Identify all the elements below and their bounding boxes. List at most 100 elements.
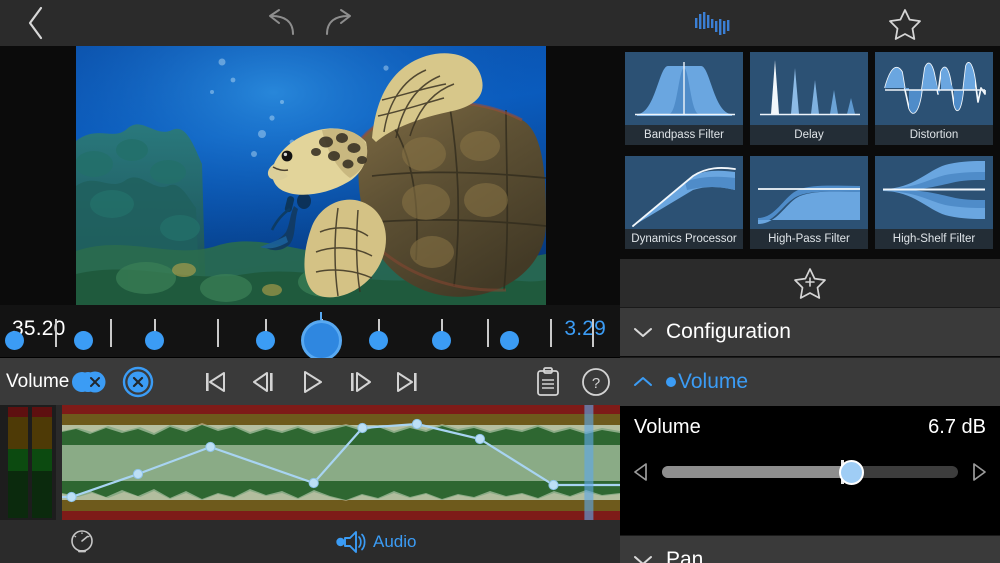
section-pan-label: Pan (666, 548, 703, 563)
chevron-down-icon (620, 553, 666, 563)
audio-level-meter-right (32, 407, 52, 518)
keyframe-marker[interactable] (432, 331, 451, 350)
clipboard-button[interactable] (528, 358, 568, 405)
video-frame-image (76, 46, 546, 305)
automation-point[interactable] (206, 442, 215, 451)
effect-tile-label: High-Pass Filter (750, 229, 868, 249)
automation-point[interactable] (412, 419, 421, 428)
active-indicator-dot (666, 377, 676, 387)
arrow-left-triangle-icon (633, 462, 649, 482)
video-preview-area (0, 46, 620, 305)
play-button[interactable] (291, 358, 333, 405)
back-button[interactable] (8, 0, 64, 46)
clipboard-icon (535, 367, 561, 397)
volume-parameter-name: Volume (634, 416, 701, 439)
volume-increase-button[interactable] (958, 452, 1000, 492)
effect-thumbnail-distortion-icon (875, 52, 993, 125)
svg-text:?: ? (592, 375, 600, 392)
timeline-scrubber[interactable]: 35.20 3.29 (0, 305, 620, 358)
scrubber-tick (110, 319, 112, 347)
keyframe-marker[interactable] (500, 331, 519, 350)
section-configuration-label: Configuration (666, 320, 791, 344)
track-playhead[interactable] (584, 405, 593, 520)
audio-waveform-button[interactable] (684, 0, 744, 46)
transport-bar: Volume (0, 358, 620, 405)
video-preview[interactable] (76, 46, 546, 305)
skip-to-start-icon (201, 368, 229, 396)
audio-tab[interactable]: Audio (336, 520, 416, 563)
audio-waveform-clip[interactable] (62, 405, 620, 520)
speed-button[interactable] (62, 520, 102, 563)
effect-tile[interactable]: Delay (750, 52, 868, 145)
keyframe-marker[interactable] (74, 331, 93, 350)
section-volume[interactable]: Volume (620, 357, 1000, 406)
keyframe-marker[interactable] (369, 331, 388, 350)
add-to-favorites-button[interactable] (620, 259, 1000, 307)
delete-keyframe-button[interactable] (118, 358, 158, 405)
effect-thumbnail-highpass-icon (750, 156, 868, 229)
keyframe-marker[interactable] (5, 331, 24, 350)
keyframe-marker[interactable] (256, 331, 275, 350)
effect-tile-label: Distortion (875, 125, 993, 145)
keyframe-marker[interactable] (145, 331, 164, 350)
skip-to-end-button[interactable] (386, 358, 428, 405)
scrubber-tick (217, 319, 219, 347)
undo-arrow-icon (262, 8, 298, 38)
time-remaining: 3.29 (564, 317, 606, 341)
audio-level-meter-left (8, 407, 28, 518)
audio-waveform-icon (693, 8, 735, 38)
effect-tile[interactable]: Distortion (875, 52, 993, 145)
automation-point[interactable] (475, 434, 484, 443)
effect-tile-label: Bandpass Filter (625, 125, 743, 145)
step-backward-button[interactable] (243, 358, 285, 405)
favorite-button[interactable] (876, 0, 934, 46)
automation-point[interactable] (549, 480, 558, 489)
effect-tile[interactable]: Bandpass Filter (625, 52, 743, 145)
effect-tile[interactable]: High-Shelf Filter (875, 156, 993, 249)
audio-tab-label: Audio (373, 532, 416, 552)
arrow-right-triangle-icon (971, 462, 987, 482)
waveform-graphic (62, 405, 620, 520)
chevron-up-icon (620, 375, 666, 389)
keyframe-delete-all-icon (70, 369, 110, 395)
redo-button[interactable] (312, 0, 368, 46)
effect-tile-label: Dynamics Processor (625, 229, 743, 249)
scrubber-tick (592, 319, 594, 347)
volume-slider-knob[interactable] (839, 460, 864, 485)
effect-tile[interactable]: Dynamics Processor (625, 156, 743, 249)
undo-button[interactable] (252, 0, 308, 46)
scrubber-tick (550, 319, 552, 347)
app-root: 35.20 3.29 Volume (0, 0, 1000, 563)
section-pan[interactable]: Pan (620, 535, 1000, 563)
help-button[interactable]: ? (576, 358, 616, 405)
keyframe-delete-icon (122, 366, 154, 398)
effect-tile[interactable]: High-Pass Filter (750, 156, 868, 249)
automation-point[interactable] (309, 478, 318, 487)
volume-parameter-value: 6.7 dB (928, 416, 986, 439)
delete-all-keyframes-button[interactable] (68, 358, 112, 405)
scrubber-tick (55, 319, 57, 347)
section-volume-label: Volume (678, 370, 748, 394)
speedometer-icon (69, 529, 95, 555)
chevron-left-icon (26, 6, 46, 40)
chevron-down-icon (620, 325, 666, 339)
volume-decrease-button[interactable] (620, 452, 662, 492)
effect-thumbnail-bandpass-icon (625, 52, 743, 125)
section-volume-title: Volume (666, 370, 748, 394)
step-forward-button[interactable] (339, 358, 381, 405)
automation-point[interactable] (358, 423, 367, 432)
volume-parameter: Volume 6.7 dB (620, 406, 1000, 535)
volume-slider[interactable] (662, 452, 958, 492)
automation-point[interactable] (133, 469, 142, 478)
volume-slider-row (620, 452, 1000, 492)
scrubber-playhead[interactable] (301, 320, 342, 361)
skip-to-start-button[interactable] (194, 358, 236, 405)
volume-slider-fill (662, 466, 851, 478)
section-configuration[interactable]: Configuration (620, 307, 1000, 356)
effect-thumbnail-highshelf-icon (875, 156, 993, 229)
effect-thumbnail-dynamics-icon (625, 156, 743, 229)
transport-parameter-label: Volume (6, 371, 69, 393)
play-icon (298, 368, 326, 396)
effects-grid[interactable]: Bandpass Filter Delay Distortion Dynamics P… (620, 46, 1000, 259)
automation-point[interactable] (67, 492, 76, 501)
